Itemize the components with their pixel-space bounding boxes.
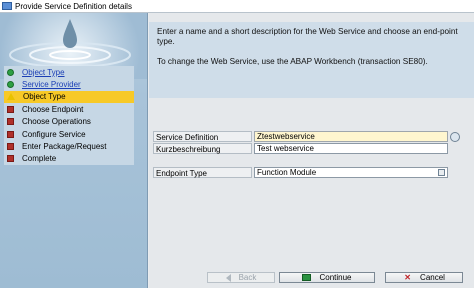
step-label: Configure Service: [22, 129, 86, 139]
step-object-type-current: Object Type: [4, 90, 134, 104]
endpoint-type-label: Endpoint Type: [153, 167, 252, 178]
wizard-step-list: Object Type Service Provider Object Type…: [4, 66, 134, 166]
back-button[interactable]: Back: [207, 272, 275, 283]
app-icon: [2, 2, 12, 10]
value-help-icon[interactable]: [450, 131, 460, 142]
service-definition-row: Service Definition Ztestwebservice: [153, 131, 460, 142]
dropdown-arrow-icon[interactable]: [438, 169, 445, 176]
step-done-icon: [7, 68, 14, 76]
step-label: Choose Endpoint: [22, 104, 84, 114]
step-label: Choose Operations: [22, 117, 91, 127]
step-choose-endpoint: Choose Endpoint: [4, 103, 134, 115]
step-done-icon: [7, 81, 14, 89]
help-text-line: Enter a name and a short description for…: [157, 27, 458, 46]
endpoint-type-select[interactable]: Function Module: [254, 167, 448, 178]
wizard-footer: Back Continue ✕ Cancel: [0, 268, 474, 288]
endpoint-type-value: Function Module: [257, 168, 317, 177]
step-label: Service Provider: [22, 80, 81, 90]
back-arrow-icon: [225, 273, 231, 282]
short-description-label: Kurzbeschreibung: [153, 143, 252, 154]
wizard-side-panel: Object Type Service Provider Object Type…: [0, 13, 148, 288]
continue-label: Continue: [319, 273, 352, 282]
step-label: Object Type: [22, 67, 65, 77]
service-definition-input[interactable]: Ztestwebservice: [254, 131, 448, 142]
content-panel: Enter a name and a short description for…: [149, 13, 474, 288]
step-enter-package-request: Enter Package/Request: [4, 140, 134, 152]
title-bar: Provide Service Definition details: [0, 0, 474, 13]
step-label: Object Type: [23, 92, 66, 102]
step-complete: Complete: [4, 153, 134, 165]
continue-icon: [302, 274, 312, 281]
step-label: Complete: [22, 154, 57, 164]
step-pending-icon: [7, 155, 14, 163]
step-pending-icon: [7, 143, 14, 151]
cancel-icon: ✕: [404, 273, 411, 282]
cancel-button[interactable]: ✕ Cancel: [385, 272, 463, 283]
step-label: Enter Package/Request: [22, 142, 107, 152]
step-pending-icon: [7, 118, 14, 126]
step-service-provider[interactable]: Service Provider: [4, 78, 134, 90]
step-object-type-done[interactable]: Object Type: [4, 66, 134, 78]
help-text-line: To change the Web Service, use the ABAP …: [157, 57, 428, 66]
short-description-row: Kurzbeschreibung Test webservice: [153, 143, 448, 154]
continue-button[interactable]: Continue: [279, 272, 375, 283]
step-pending-icon: [7, 105, 14, 113]
step-configure-service: Configure Service: [4, 128, 134, 140]
short-description-input[interactable]: Test webservice: [254, 143, 448, 154]
step-choose-operations: Choose Operations: [4, 116, 134, 128]
cancel-label: Cancel: [420, 273, 445, 282]
step-current-icon: [7, 93, 15, 101]
step-pending-icon: [7, 130, 14, 138]
window-title: Provide Service Definition details: [15, 1, 132, 11]
endpoint-type-row: Endpoint Type Function Module: [153, 167, 448, 178]
service-definition-label: Service Definition: [153, 131, 252, 142]
back-label: Back: [238, 273, 257, 282]
help-text-box: Enter a name and a short description for…: [149, 22, 474, 98]
